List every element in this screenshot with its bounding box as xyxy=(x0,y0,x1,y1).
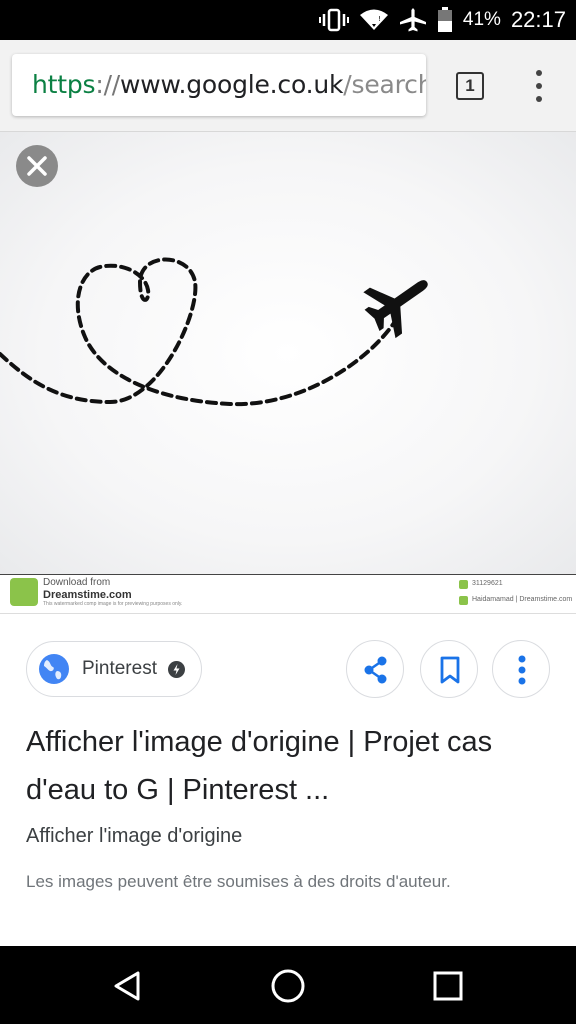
watermark-image-id: 31129621 xyxy=(472,580,503,587)
watermark-id-icon xyxy=(459,580,468,589)
image-preview[interactable] xyxy=(0,132,576,574)
url-host: www.google.co.uk xyxy=(120,70,344,99)
status-icons: ! 41% 22:17 xyxy=(318,0,566,40)
result-title[interactable]: Afficher l'image d'origine | Projet cas … xyxy=(26,718,546,814)
back-button[interactable] xyxy=(108,966,148,1006)
bookmark-icon xyxy=(440,656,460,684)
url-bar[interactable]: https://www.google.co.uk/search? xyxy=(12,54,426,116)
airplane-mode-icon xyxy=(399,8,426,32)
result-subtitle[interactable]: Afficher l'image d'origine xyxy=(26,825,242,848)
clock: 22:17 xyxy=(510,7,566,32)
save-button[interactable] xyxy=(420,640,478,698)
more-options-button[interactable] xyxy=(492,640,550,698)
back-triangle-icon xyxy=(114,971,140,1001)
url-path: /search? xyxy=(343,70,426,99)
battery-icon xyxy=(437,7,452,32)
amp-lightning-icon xyxy=(168,661,185,678)
close-icon xyxy=(27,156,47,176)
vibrate-icon xyxy=(318,8,349,32)
more-vert-icon xyxy=(518,655,526,685)
url-scheme: https xyxy=(32,70,96,99)
url-separator: :// xyxy=(95,70,121,99)
watermark-site-text: Dreamstime.com xyxy=(43,589,132,601)
home-circle-icon xyxy=(271,969,305,1003)
url-text: https://www.google.co.uk/search? xyxy=(32,70,426,99)
watermark-notice-text: This watermarked comp image is for previ… xyxy=(43,601,183,607)
watermark-author-icon xyxy=(459,596,468,605)
wifi-icon: ! xyxy=(359,9,388,30)
menu-dot-icon xyxy=(536,70,542,76)
share-button[interactable] xyxy=(346,640,404,698)
dreamstime-logo-icon xyxy=(10,578,38,606)
close-preview-button[interactable] xyxy=(16,145,58,187)
copyright-note: Les images peuvent être soumises à des d… xyxy=(26,872,451,891)
battery-percent: 41% xyxy=(462,9,501,30)
recents-button[interactable] xyxy=(428,966,468,1006)
source-label: Pinterest xyxy=(82,658,157,679)
globe-icon xyxy=(39,654,69,684)
menu-dot-icon xyxy=(536,83,542,89)
heart-airplane-illustration xyxy=(0,257,428,407)
home-button[interactable] xyxy=(268,966,308,1006)
browser-toolbar: https://www.google.co.uk/search? xyxy=(0,40,576,132)
svg-text:!: ! xyxy=(378,15,381,23)
airplane-icon xyxy=(363,280,428,339)
menu-dot-icon xyxy=(536,96,542,102)
browser-menu-button[interactable] xyxy=(524,64,554,108)
status-bar: ! 41% 22:17 xyxy=(0,0,576,40)
recents-square-icon xyxy=(433,971,463,1001)
share-icon xyxy=(364,656,387,684)
watermark-author: Haidamamad | Dreamstime.com xyxy=(472,596,573,603)
watermark-download-text: Download from xyxy=(43,577,111,588)
tab-count: 1 xyxy=(456,72,484,100)
